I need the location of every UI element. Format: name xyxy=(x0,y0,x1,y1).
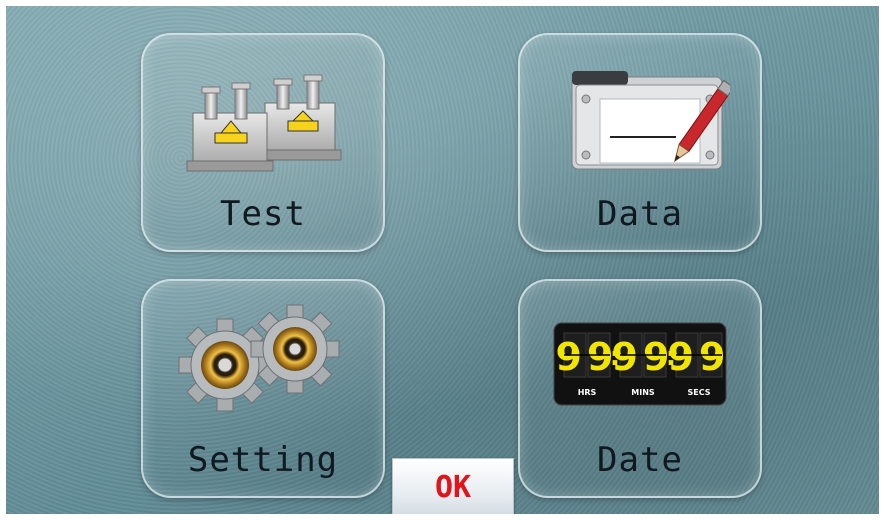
folder-pencil-icon xyxy=(571,71,730,170)
svg-text::: : xyxy=(666,342,676,372)
date-label: Date xyxy=(597,440,683,480)
test-label: Test xyxy=(220,194,306,234)
svg-text::: : xyxy=(610,342,620,372)
clock-seconds: 99 xyxy=(668,335,731,379)
gears-icon xyxy=(178,304,340,412)
main-screen: Test Data Setting 99 99 99:: HRS MINS … xyxy=(6,6,879,514)
mins-label: MINS xyxy=(631,388,655,397)
data-menu-button[interactable]: Data xyxy=(518,33,762,252)
hrs-label: HRS xyxy=(578,388,597,397)
test-menu-button[interactable]: Test xyxy=(141,33,385,252)
ok-button[interactable]: OK xyxy=(392,458,514,514)
secs-label: SECS xyxy=(687,388,710,397)
date-menu-button[interactable]: 99 99 99 : : HRS MINS SECS Date xyxy=(518,279,762,498)
setting-menu-button[interactable]: Setting xyxy=(141,279,385,498)
electrical-components-icon xyxy=(186,74,342,172)
setting-label: Setting xyxy=(187,440,339,480)
data-label: Data xyxy=(597,194,683,234)
flip-clock-icon: 99 99 99 : : HRS MINS SECS xyxy=(553,322,731,406)
